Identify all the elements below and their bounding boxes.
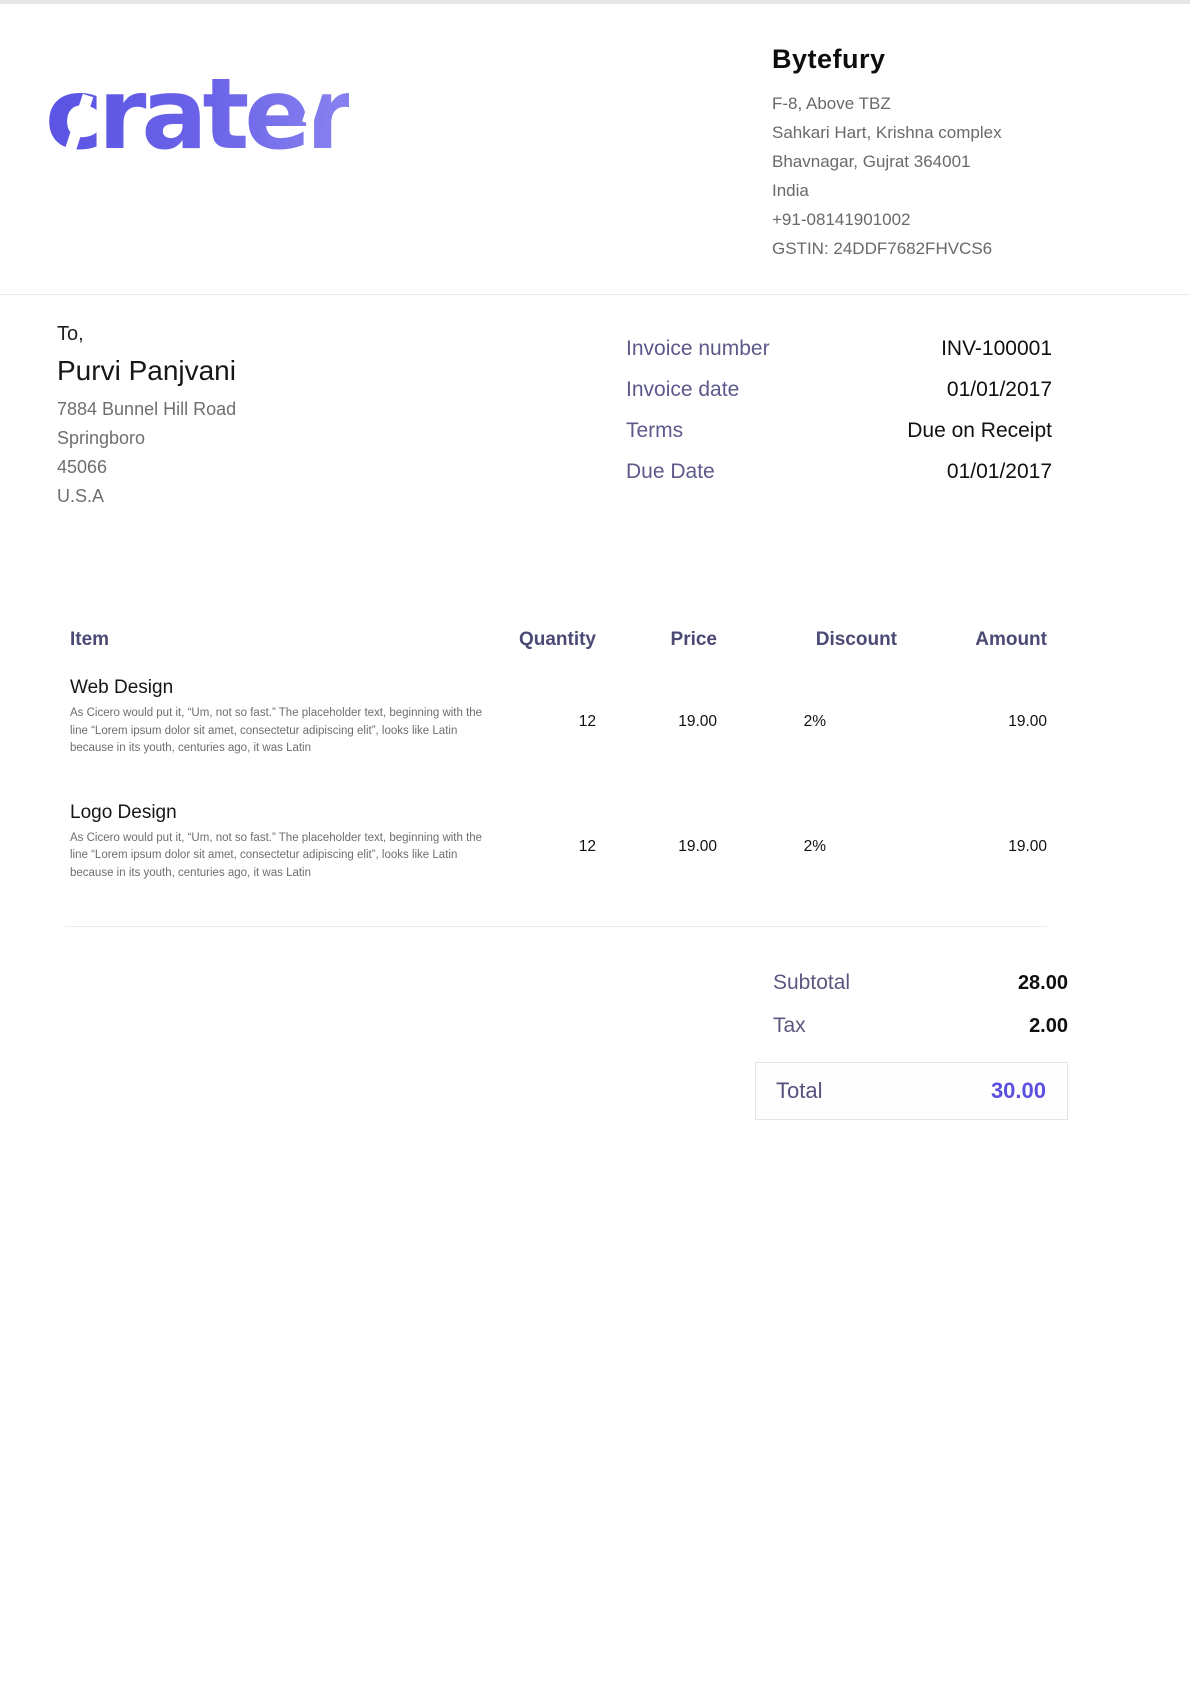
bill-to-address-line: U.S.A xyxy=(57,482,236,511)
due-date-row: Due Date 01/01/2017 xyxy=(626,460,1052,484)
invoice-number-value: INV-100001 xyxy=(941,337,1052,361)
items-divider xyxy=(65,926,1047,927)
invoice-date-label: Invoice date xyxy=(626,378,739,402)
bill-to-block: To, Purvi Panjvani 7884 Bunnel Hill Road… xyxy=(57,323,236,511)
item-cell: Logo Design As Cicero would put it, “Um,… xyxy=(65,802,490,883)
company-logo: crater xyxy=(45,66,349,164)
invoice-date-value: 01/01/2017 xyxy=(947,378,1052,402)
quantity-cell: 12 xyxy=(490,713,596,731)
column-header-item: Item xyxy=(65,629,490,651)
company-gstin: GSTIN: 24DDF7682FHVCS6 xyxy=(772,234,1058,263)
price-cell: 19.00 xyxy=(596,713,717,731)
column-header-price: Price xyxy=(596,629,717,651)
items-table-header: Item Quantity Price Discount Amount xyxy=(65,629,1047,651)
due-date-value: 01/01/2017 xyxy=(947,460,1052,484)
company-address-line: India xyxy=(772,176,1058,205)
bill-to-label: To, xyxy=(57,323,236,346)
total-value: 30.00 xyxy=(991,1078,1046,1104)
items-table: Item Quantity Price Discount Amount Web … xyxy=(65,629,1047,927)
tax-row: Tax 2.00 xyxy=(755,1014,1068,1038)
item-name: Web Design xyxy=(70,677,490,699)
item-name: Logo Design xyxy=(70,802,490,824)
subtotal-value: 28.00 xyxy=(1018,972,1068,995)
price-cell: 19.00 xyxy=(596,838,717,856)
column-header-quantity: Quantity xyxy=(490,629,596,651)
discount-cell: 2% xyxy=(717,713,897,731)
item-cell: Web Design As Cicero would put it, “Um, … xyxy=(65,677,490,758)
invoice-date-row: Invoice date 01/01/2017 xyxy=(626,378,1052,402)
total-box: Total 30.00 xyxy=(755,1062,1068,1120)
tax-value: 2.00 xyxy=(1029,1015,1068,1038)
tax-label: Tax xyxy=(773,1014,806,1038)
terms-row: Terms Due on Receipt xyxy=(626,419,1052,443)
invoice-number-row: Invoice number INV-100001 xyxy=(626,337,1052,361)
totals-section: Subtotal 28.00 Tax 2.00 Total 30.00 xyxy=(755,971,1068,1120)
invoice-page: crater Bytefury F-8, Above TBZ Sahkari H… xyxy=(0,0,1190,1120)
company-phone: +91-08141901002 xyxy=(772,205,1058,234)
item-description: As Cicero would put it, “Um, not so fast… xyxy=(70,705,490,758)
terms-value: Due on Receipt xyxy=(907,419,1052,443)
total-label: Total xyxy=(776,1078,822,1104)
item-description: As Cicero would put it, “Um, not so fast… xyxy=(70,830,490,883)
company-info: Bytefury F-8, Above TBZ Sahkari Hart, Kr… xyxy=(772,38,1058,263)
column-header-amount: Amount xyxy=(897,629,1047,651)
amount-cell: 19.00 xyxy=(897,838,1047,856)
bill-to-address-line: 7884 Bunnel Hill Road xyxy=(57,395,236,424)
table-row: Web Design As Cicero would put it, “Um, … xyxy=(65,677,1047,758)
discount-cell: 2% xyxy=(717,838,897,856)
invoice-meta-block: Invoice number INV-100001 Invoice date 0… xyxy=(626,337,1052,511)
billing-section: To, Purvi Panjvani 7884 Bunnel Hill Road… xyxy=(0,295,1190,511)
due-date-label: Due Date xyxy=(626,460,715,484)
invoice-header: crater Bytefury F-8, Above TBZ Sahkari H… xyxy=(0,4,1190,295)
company-address-line: F-8, Above TBZ xyxy=(772,89,1058,118)
terms-label: Terms xyxy=(626,419,683,443)
amount-cell: 19.00 xyxy=(897,713,1047,731)
company-name: Bytefury xyxy=(772,44,1058,75)
table-row: Logo Design As Cicero would put it, “Um,… xyxy=(65,802,1047,883)
subtotal-row: Subtotal 28.00 xyxy=(755,971,1068,995)
quantity-cell: 12 xyxy=(490,838,596,856)
company-address-line: Sahkari Hart, Krishna complex xyxy=(772,118,1058,147)
bill-to-address-line: Springboro xyxy=(57,424,236,453)
bill-to-name: Purvi Panjvani xyxy=(57,355,236,387)
bill-to-address-line: 45066 xyxy=(57,453,236,482)
column-header-discount: Discount xyxy=(717,629,897,651)
company-address-line: Bhavnagar, Gujrat 364001 xyxy=(772,147,1058,176)
subtotal-label: Subtotal xyxy=(773,971,850,995)
invoice-number-label: Invoice number xyxy=(626,337,770,361)
